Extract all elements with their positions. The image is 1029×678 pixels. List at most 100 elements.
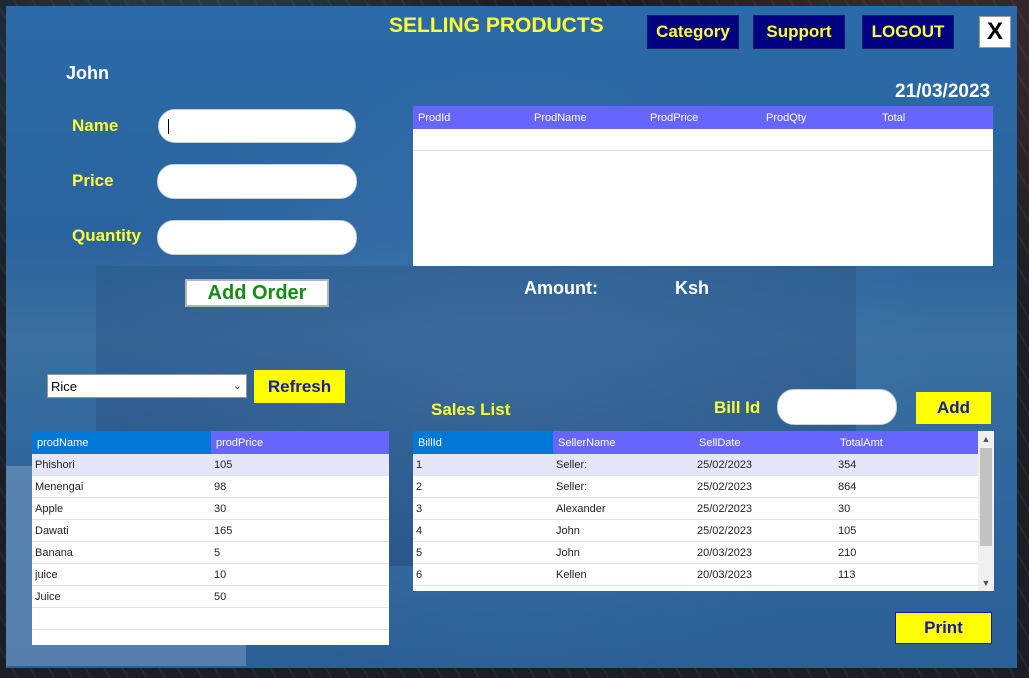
total-amt-cell[interactable]: 105	[835, 520, 978, 541]
bill-id-cell[interactable]: 6	[413, 564, 553, 585]
table-row[interactable]: 5 John 20/03/2023 210	[413, 542, 978, 564]
sell-date-cell[interactable]: 20/03/2023	[694, 564, 835, 585]
sell-date-cell[interactable]: 25/02/2023	[694, 520, 835, 541]
name-label: Name	[72, 116, 119, 135]
scroll-down-icon[interactable]: ▼	[978, 575, 994, 591]
close-button[interactable]: X	[979, 16, 1011, 48]
table-row[interactable]: 3 Alexander 25/02/2023 30	[413, 498, 978, 520]
product-price-cell[interactable]: 165	[211, 520, 389, 541]
bill-id-cell[interactable]: 3	[413, 498, 553, 519]
price-input[interactable]	[157, 164, 357, 199]
seller-name-cell[interactable]: Alexander	[553, 498, 694, 519]
seller-name-cell[interactable]: Seller:	[553, 454, 694, 475]
order-col-total[interactable]: Total	[877, 106, 993, 129]
total-amt-cell[interactable]: 30	[835, 498, 978, 519]
product-name-cell[interactable]: Phishori	[32, 454, 211, 475]
seller-name-cell[interactable]: Kellen	[553, 564, 694, 585]
product-name-cell[interactable]: Apple	[32, 498, 211, 519]
sales-grid-body: 1 Seller: 25/02/2023 354 2 Seller: 25/02/2023 8…	[413, 454, 978, 586]
products-grid-body: Phishori 105 Menengai 98 Apple 30 Dawati 165 Ban…	[32, 454, 389, 630]
products-col-price[interactable]: prodPrice	[211, 431, 389, 454]
order-col-prodqty[interactable]: ProdQty	[761, 106, 877, 129]
bill-id-cell[interactable]: 4	[413, 520, 553, 541]
print-button[interactable]: Print	[895, 612, 992, 644]
sell-date-cell[interactable]: 25/02/2023	[694, 476, 835, 497]
products-grid-header: prodName prodPrice	[32, 431, 389, 454]
sales-grid-header: BillId SellerName SellDate TotalAmt	[413, 431, 978, 454]
date-label: 21/03/2023	[895, 81, 991, 102]
product-price-cell[interactable]: 5	[211, 542, 389, 563]
table-row[interactable]: Menengai 98	[32, 476, 389, 498]
table-row[interactable]: 2 Seller: 25/02/2023 864	[413, 476, 978, 498]
sales-col-sellername[interactable]: SellerName	[553, 431, 694, 454]
table-row[interactable]: 6 Kellen 20/03/2023 113	[413, 564, 978, 586]
name-input[interactable]	[158, 109, 356, 143]
product-price-cell[interactable]: 10	[211, 564, 389, 585]
product-price-cell[interactable]: 50	[211, 586, 389, 607]
order-grid[interactable]: ProdId ProdName ProdPrice ProdQty Total	[413, 106, 993, 266]
table-row[interactable]: 1 Seller: 25/02/2023 354	[413, 454, 978, 476]
sales-col-selldate[interactable]: SellDate	[694, 431, 835, 454]
total-amt-cell[interactable]: 864	[835, 476, 978, 497]
sales-col-totalamt[interactable]: TotalAmt	[835, 431, 978, 454]
seller-name-cell[interactable]: Seller:	[553, 476, 694, 497]
text-cursor	[168, 119, 169, 134]
main-panel: SELLING PRODUCTS Category Support LOGOUT…	[6, 6, 1017, 668]
table-row[interactable]: Phishori 105	[32, 454, 389, 476]
product-name-cell[interactable]: Juice	[32, 586, 211, 607]
quantity-label: Quantity	[72, 226, 141, 245]
sales-col-billid[interactable]: BillId	[413, 431, 553, 454]
scroll-up-icon[interactable]: ▲	[978, 431, 994, 447]
product-price-cell[interactable]: 30	[211, 498, 389, 519]
bill-id-input[interactable]	[777, 389, 897, 425]
product-name-cell[interactable]: Menengai	[32, 476, 211, 497]
bill-id-cell[interactable]: 5	[413, 542, 553, 563]
table-row[interactable]: Dawati 165	[32, 520, 389, 542]
quantity-input[interactable]	[157, 220, 357, 255]
chevron-down-icon: ⌄	[232, 380, 242, 392]
sell-date-cell[interactable]: 25/02/2023	[694, 498, 835, 519]
order-col-prodid[interactable]: ProdId	[413, 106, 529, 129]
order-grid-new-row[interactable]	[413, 129, 993, 151]
product-name-cell[interactable]: Banana	[32, 542, 211, 563]
seller-name-cell[interactable]: John	[553, 542, 694, 563]
sell-date-cell[interactable]: 25/02/2023	[694, 454, 835, 475]
order-col-prodname[interactable]: ProdName	[529, 106, 645, 129]
support-button[interactable]: Support	[753, 15, 845, 49]
bill-id-cell[interactable]: 2	[413, 476, 553, 497]
table-row[interactable]: juice 10	[32, 564, 389, 586]
total-amt-cell[interactable]: 113	[835, 564, 978, 585]
products-col-name[interactable]: prodName	[32, 431, 211, 454]
scroll-thumb[interactable]	[980, 448, 992, 546]
order-col-prodprice[interactable]: ProdPrice	[645, 106, 761, 129]
logout-button[interactable]: LOGOUT	[862, 15, 954, 49]
table-row[interactable]: 4 John 25/02/2023 105	[413, 520, 978, 542]
product-name-cell[interactable]: juice	[32, 564, 211, 585]
amount-label: Amount:	[524, 278, 598, 298]
table-new-row[interactable]	[32, 608, 389, 630]
sales-grid[interactable]: BillId SellerName SellDate TotalAmt 1 Sel…	[413, 431, 994, 591]
product-name-cell[interactable]: Dawati	[32, 520, 211, 541]
refresh-button[interactable]: Refresh	[254, 370, 345, 403]
products-grid[interactable]: prodName prodPrice Phishori 105 Menengai 98…	[32, 431, 389, 645]
table-row[interactable]: Banana 5	[32, 542, 389, 564]
table-row[interactable]: Juice 50	[32, 586, 389, 608]
product-price-cell[interactable]: 105	[211, 454, 389, 475]
total-amt-cell[interactable]: 354	[835, 454, 978, 475]
page-title: SELLING PRODUCTS	[389, 14, 604, 37]
bill-id-label: Bill Id	[714, 398, 761, 417]
total-amt-cell[interactable]: 210	[835, 542, 978, 563]
sales-list-title: Sales List	[431, 400, 511, 419]
category-button[interactable]: Category	[647, 15, 739, 49]
product-price-cell[interactable]: 98	[211, 476, 389, 497]
bill-id-cell[interactable]: 1	[413, 454, 553, 475]
add-bill-button[interactable]: Add	[916, 392, 991, 424]
seller-name-cell[interactable]: John	[553, 520, 694, 541]
sell-date-cell[interactable]: 20/03/2023	[694, 542, 835, 563]
category-select[interactable]: Rice ⌄	[47, 374, 247, 398]
order-grid-header: ProdId ProdName ProdPrice ProdQty Total	[413, 106, 993, 129]
price-label: Price	[72, 171, 114, 190]
add-order-button[interactable]: Add Order	[185, 279, 329, 307]
table-row[interactable]: Apple 30	[32, 498, 389, 520]
sales-scrollbar[interactable]: ▲ ▼	[978, 431, 994, 591]
